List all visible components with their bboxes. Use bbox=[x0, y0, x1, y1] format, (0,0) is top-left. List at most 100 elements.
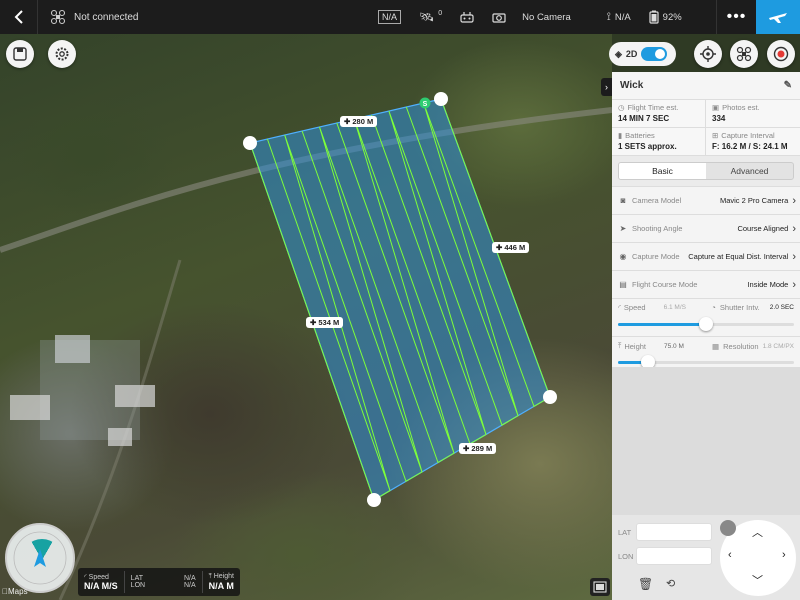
battery-percent: 92% bbox=[662, 11, 682, 23]
lat-label: LAT bbox=[618, 527, 632, 537]
tab-advanced[interactable]: Advanced bbox=[706, 163, 793, 179]
telemetry-value: N/A bbox=[184, 575, 196, 582]
row-camera-model[interactable]: ◙ Camera Model Mavic 2 Pro Camera › bbox=[612, 186, 800, 214]
stat-flight-time: ◷ Flight Time est. 14 MIN 7 SEC bbox=[612, 100, 706, 128]
back-button[interactable] bbox=[0, 0, 38, 34]
aircraft-heading-icon bbox=[13, 531, 67, 585]
corner-handle[interactable] bbox=[543, 390, 557, 404]
lat-input[interactable] bbox=[636, 523, 712, 541]
drone-icon bbox=[50, 9, 66, 25]
settings-tabs: Basic Advanced bbox=[618, 162, 794, 180]
start-marker-label: S bbox=[423, 101, 428, 108]
row-label: Capture Mode bbox=[632, 252, 680, 261]
tab-basic[interactable]: Basic bbox=[619, 163, 706, 179]
building bbox=[55, 335, 90, 363]
signal-status: ⟟ N/A bbox=[607, 11, 631, 24]
row-label: Camera Model bbox=[632, 196, 682, 205]
gps-count: 0 bbox=[438, 9, 443, 17]
toggle-label: 2D bbox=[625, 49, 638, 59]
stat-value: 1 SETS approx. bbox=[618, 142, 677, 151]
dpad-center-button[interactable] bbox=[720, 520, 736, 536]
telemetry-label: LON bbox=[130, 582, 146, 589]
delete-button[interactable]: 🗑 bbox=[638, 577, 653, 591]
save-button[interactable] bbox=[6, 40, 34, 68]
chevron-right-icon: › bbox=[792, 278, 796, 291]
save-icon bbox=[13, 47, 27, 61]
map-mode-toggle[interactable]: ◈ 2D bbox=[609, 42, 676, 66]
building bbox=[108, 428, 132, 446]
battery-icon: ▮ bbox=[618, 131, 623, 140]
telemetry-position: LAT N/A LON N/A bbox=[125, 571, 203, 593]
top-bar: Not connected N/A 🛰 0 No Camera ⟟ N/A 92… bbox=[0, 0, 800, 34]
corner-handle[interactable] bbox=[367, 493, 381, 507]
status-indicators: N/A 🛰 0 No Camera ⟟ N/A 92% bbox=[378, 0, 700, 34]
building bbox=[115, 385, 155, 407]
row-shooting-angle[interactable]: ➤ Shooting Angle Course Aligned › bbox=[612, 214, 800, 242]
row-value: Course Aligned bbox=[737, 224, 789, 233]
fly-button[interactable] bbox=[756, 0, 800, 34]
signal-label: N/A bbox=[614, 11, 631, 23]
panel-header: Wick ✎ bbox=[612, 72, 800, 100]
aircraft-center-button[interactable] bbox=[730, 40, 758, 68]
stat-batteries: ▮ Batteries 1 SETS approx. bbox=[612, 128, 706, 156]
up-arrow-icon[interactable]: ︿ bbox=[752, 524, 763, 540]
height-label: Height bbox=[624, 341, 647, 351]
maps-attribution: Maps bbox=[2, 587, 28, 596]
height-value: 75.0 M bbox=[664, 342, 684, 350]
shutter-value: 2.0 SEC bbox=[769, 304, 794, 311]
speed-value: 6.1 M/S bbox=[663, 304, 686, 311]
satellite-icon: 🛰 bbox=[419, 10, 435, 24]
left-arrow-icon[interactable]: ‹ bbox=[728, 549, 732, 561]
direction-pad: ︿ ﹀ ‹ › bbox=[720, 520, 796, 596]
telemetry-value: N/A M bbox=[208, 581, 234, 591]
stat-value: 334 bbox=[712, 114, 726, 123]
photos-icon: ▣ bbox=[712, 103, 720, 112]
telemetry-value: N/A bbox=[184, 582, 196, 589]
row-label: Shooting Angle bbox=[632, 224, 683, 233]
distance-value: 446 M bbox=[504, 243, 526, 252]
stat-photos: ▣ Photos est. 334 bbox=[706, 100, 800, 128]
row-capture-mode[interactable]: ◉ Capture Mode Capture at Equal Dist. In… bbox=[612, 242, 800, 270]
chevron-right-icon: › bbox=[792, 194, 796, 207]
speed-slider-thumb[interactable] bbox=[699, 317, 713, 331]
chevron-right-icon: › bbox=[792, 250, 796, 263]
down-arrow-icon[interactable]: ﹀ bbox=[752, 572, 763, 588]
reverse-button[interactable]: ⟲ bbox=[666, 577, 675, 590]
record-button[interactable] bbox=[767, 40, 795, 68]
hd-signal-icon: ⟟ bbox=[606, 10, 611, 23]
drone-icon bbox=[736, 46, 752, 62]
lon-input[interactable] bbox=[636, 547, 712, 565]
map-layers-button[interactable] bbox=[590, 578, 610, 596]
settings-button[interactable] bbox=[48, 40, 76, 68]
telemetry-label: Speed bbox=[88, 574, 109, 581]
maps-attribution-text: Maps bbox=[2, 587, 28, 596]
capture-icon: ◉ bbox=[619, 252, 627, 261]
corner-handle[interactable] bbox=[434, 92, 448, 106]
edit-icon[interactable]: ✎ bbox=[784, 80, 792, 91]
interval-icon: ⊞ bbox=[712, 131, 719, 140]
airplane-icon bbox=[769, 13, 787, 23]
height-icon: ⤒ bbox=[618, 341, 622, 350]
lon-label: LON bbox=[618, 551, 634, 561]
more-button[interactable]: ••• bbox=[716, 0, 756, 34]
building bbox=[10, 395, 50, 420]
corner-handle[interactable] bbox=[243, 136, 257, 150]
camera-status-text: No Camera bbox=[522, 11, 571, 23]
telemetry-height: ⤒ Height N/A M bbox=[203, 571, 240, 593]
locate-button[interactable] bbox=[694, 40, 722, 68]
crosshair-icon bbox=[700, 46, 716, 62]
right-arrow-icon[interactable]: › bbox=[782, 549, 786, 561]
stat-label: Flight Time est. bbox=[627, 103, 679, 112]
row-flight-course-mode[interactable]: ▤ Flight Course Mode Inside Mode › bbox=[612, 270, 800, 298]
distance-label-top: ✚ 280 M bbox=[340, 116, 378, 127]
speed-slider-fill bbox=[618, 323, 706, 326]
clock-icon: ◷ bbox=[618, 103, 625, 112]
stat-label: Photos est. bbox=[722, 103, 760, 112]
battery-icon bbox=[649, 10, 659, 24]
course-icon: ▤ bbox=[619, 280, 627, 289]
panel-collapse-button[interactable]: › bbox=[601, 78, 612, 96]
survey-area[interactable] bbox=[249, 98, 551, 501]
camera-icon: ◙ bbox=[620, 196, 626, 205]
shutter-icon: ◔ bbox=[711, 303, 716, 312]
toggle-switch[interactable] bbox=[641, 47, 668, 61]
